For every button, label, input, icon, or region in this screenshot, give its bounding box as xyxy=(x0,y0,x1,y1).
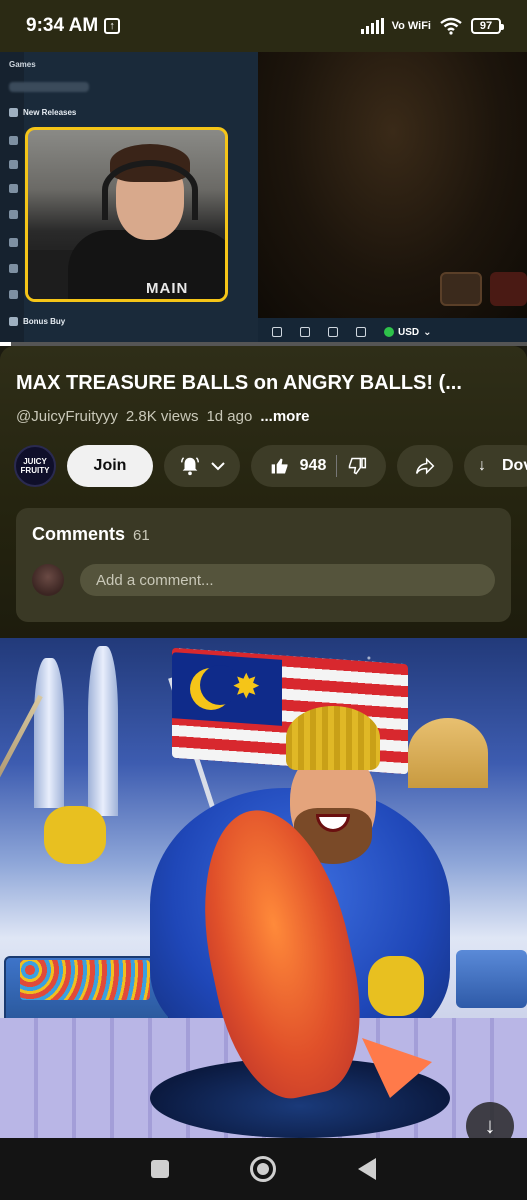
add-comment-input[interactable]: Add a comment... xyxy=(80,564,495,596)
video-progress-fill xyxy=(0,342,11,346)
fire-icon xyxy=(9,160,18,169)
upload-age: 1d ago xyxy=(206,408,253,425)
subscription-bell-button[interactable] xyxy=(164,445,240,487)
bell-icon xyxy=(181,457,199,476)
vowifi-label: Vo WiFi xyxy=(391,20,431,32)
webcam-overlay: MAIN xyxy=(25,127,228,302)
share-icon xyxy=(415,457,435,475)
headphones-icon xyxy=(9,184,18,193)
sidebar-icon-column xyxy=(0,52,24,346)
glove-right xyxy=(368,956,424,1016)
channel-avatar[interactable]: JUICY FRUITY xyxy=(14,445,56,487)
download-label: Dov xyxy=(502,457,527,474)
tower-right xyxy=(88,646,118,816)
chevron-down-icon xyxy=(211,462,225,471)
video-title[interactable]: MAX TREASURE BALLS on ANGRY BALLS! (... xyxy=(16,372,516,395)
video-player[interactable]: Games New Releases Bonus Buy MAIN USD ⌄ xyxy=(0,52,527,346)
beanie-hat xyxy=(286,706,380,770)
upload-notification-icon: ↑ xyxy=(104,18,121,34)
join-button[interactable]: Join xyxy=(67,445,153,487)
comments-count: 61 xyxy=(133,527,150,544)
gift-icon xyxy=(9,317,18,326)
shirt-text: MAIN xyxy=(146,280,189,297)
sidebar-item-label: New Releases xyxy=(23,108,77,117)
recents-button[interactable] xyxy=(150,1160,169,1178)
share-button[interactable] xyxy=(397,445,453,487)
glove-left xyxy=(44,806,106,864)
download-icon: ↓ xyxy=(478,457,486,474)
star-icon: ✸ xyxy=(232,668,261,706)
like-dislike-button[interactable]: 948 xyxy=(251,445,386,487)
channel-handle: @JuicyFruityyy xyxy=(16,408,118,425)
comments-header: Comments 61 xyxy=(32,524,150,545)
chevron-down-icon: ⌄ xyxy=(423,326,432,338)
more-link[interactable]: ...more xyxy=(260,408,309,425)
view-count: 2.8K views xyxy=(125,408,199,425)
sidebar-item-new-releases: New Releases xyxy=(9,108,76,117)
arrow-down-icon: ↓ xyxy=(484,1113,496,1138)
headset-icon xyxy=(102,160,198,220)
thumbs-up-icon[interactable] xyxy=(270,456,290,476)
avatar-text-line1: JUICY xyxy=(23,457,47,466)
thumbs-down-icon[interactable] xyxy=(347,456,367,476)
video-info-panel: MAX TREASURE BALLS on ANGRY BALLS! (... … xyxy=(0,346,527,638)
home-button[interactable] xyxy=(250,1156,277,1182)
expand-icon xyxy=(272,327,282,337)
game-area xyxy=(258,52,527,318)
action-row: JUICY FRUITY Join 948 ↓ Do xyxy=(14,444,527,488)
currency-label: USD xyxy=(398,326,420,338)
sidebar-item-label: Bonus Buy xyxy=(23,317,66,326)
user-avatar xyxy=(32,564,64,596)
tackle-box-balls xyxy=(20,960,150,1000)
stats-icon xyxy=(328,327,338,337)
external-icon xyxy=(356,327,366,337)
dollar-icon xyxy=(384,327,394,337)
games-section-label: Games xyxy=(9,60,36,69)
status-left: 9:34 AM ↑ xyxy=(26,15,121,37)
sidebar-item-bonus-buy: Bonus Buy xyxy=(9,317,65,326)
sidebar-icon xyxy=(9,290,18,299)
sidebar-icon xyxy=(9,238,18,247)
like-divider xyxy=(336,455,338,477)
sparkle-icon xyxy=(9,108,18,117)
system-nav-bar xyxy=(0,1138,527,1200)
mosque-dome xyxy=(408,718,488,788)
tower-left xyxy=(34,658,64,808)
comments-label: Comments xyxy=(32,524,126,544)
game-side-button xyxy=(490,272,527,306)
sidebar-icon xyxy=(9,136,18,145)
clock: 9:34 AM xyxy=(26,15,99,36)
sidebar-icon xyxy=(9,264,18,273)
theater-icon xyxy=(300,327,310,337)
promo-image[interactable]: ✸ ↓ xyxy=(0,638,527,1138)
signal-icon xyxy=(360,18,384,34)
blurred-item xyxy=(9,82,89,92)
currency-selector: USD ⌄ xyxy=(384,327,432,338)
comments-card[interactable]: Comments 61 Add a comment... xyxy=(16,508,511,622)
back-button[interactable] xyxy=(358,1158,377,1180)
home-dot xyxy=(257,1163,270,1175)
tackle-box-right xyxy=(456,950,527,1008)
wifi-icon xyxy=(440,17,462,35)
avatar-text-line2: FRUITY xyxy=(20,466,50,475)
battery-icon: 97 xyxy=(471,18,504,34)
mic-icon xyxy=(9,210,18,219)
video-meta[interactable]: @JuicyFruityyy 2.8K views 1d ago ...more xyxy=(16,408,310,425)
download-button[interactable]: ↓ Dov xyxy=(464,445,527,487)
status-bar: 9:34 AM ↑ Vo WiFi 97 xyxy=(0,0,527,52)
battery-level: 97 xyxy=(479,20,493,32)
status-right: Vo WiFi 97 xyxy=(360,17,504,35)
game-menu-button xyxy=(440,272,482,306)
like-count: 948 xyxy=(299,457,327,474)
